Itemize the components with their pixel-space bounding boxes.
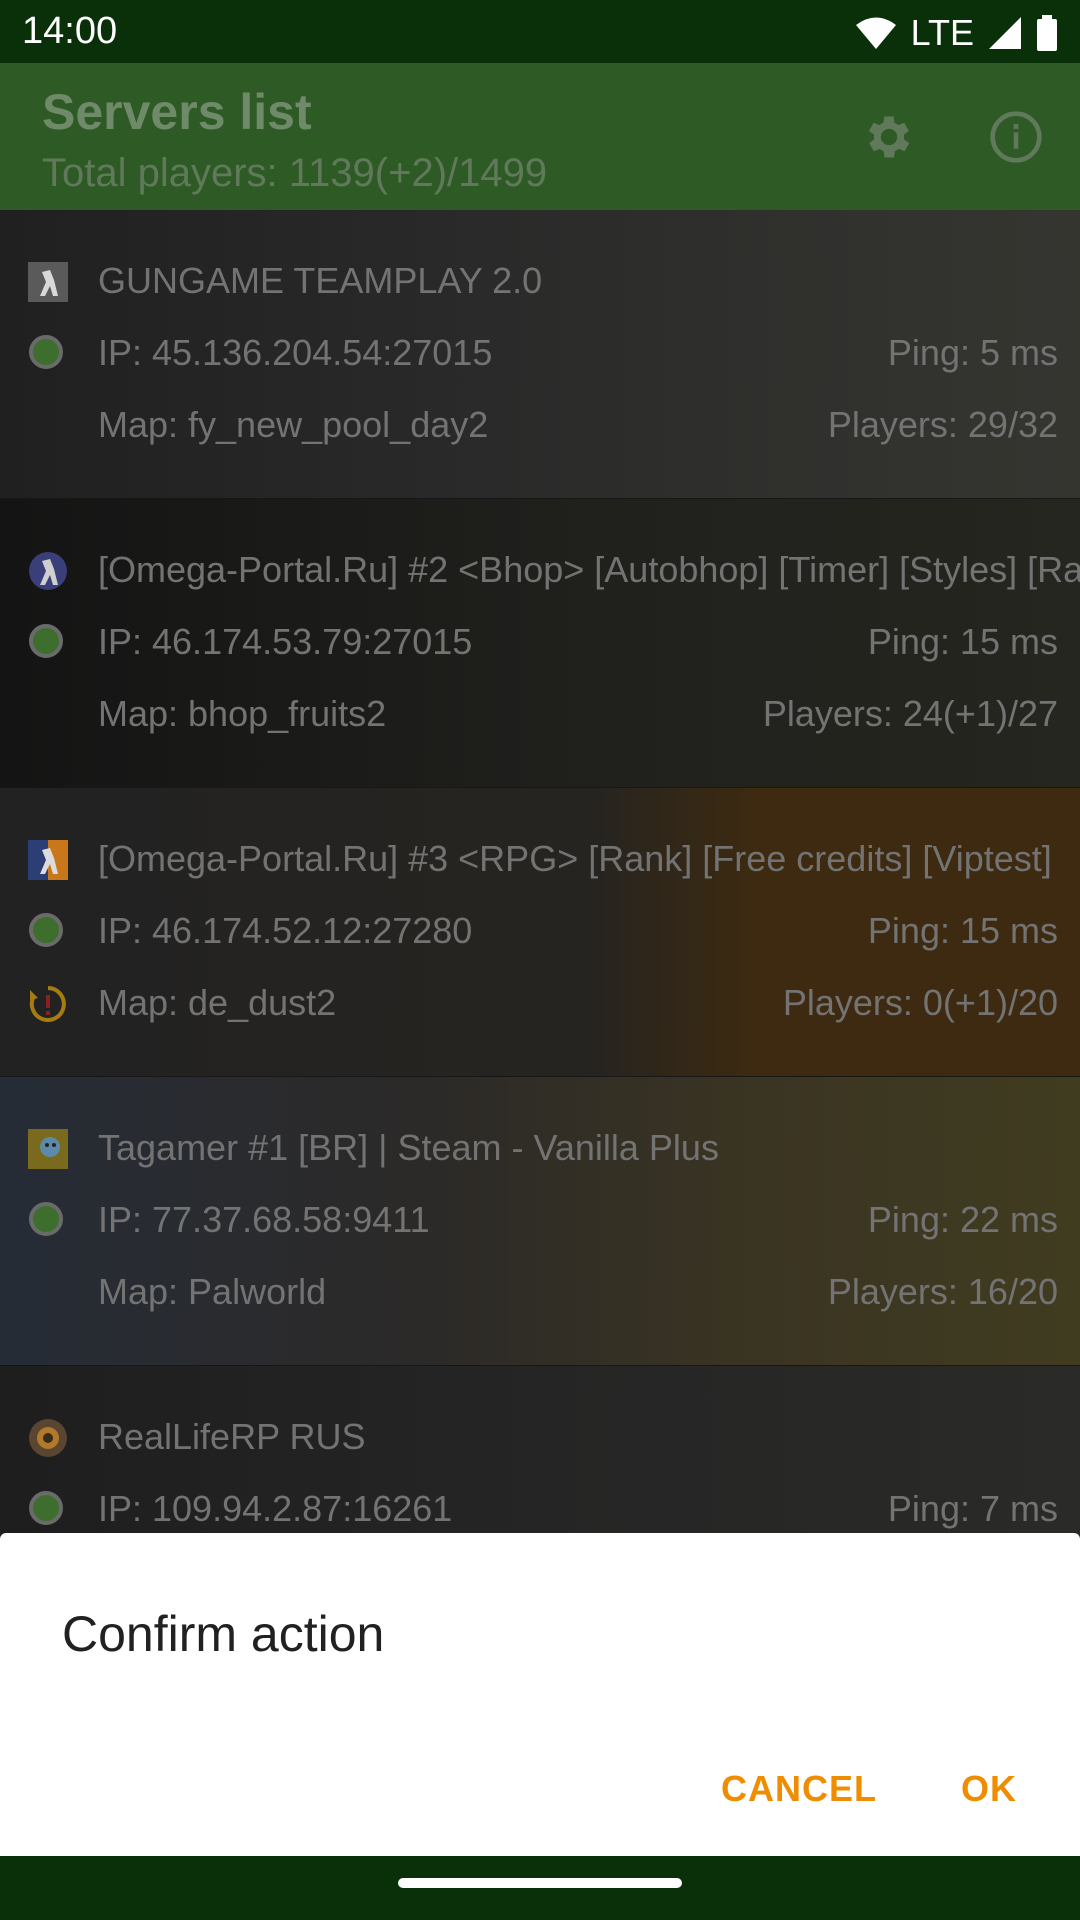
network-type: LTE — [910, 12, 974, 53]
server-item[interactable]: Tagamer #1 [BR] | Steam - Vanilla Plus I… — [0, 1077, 1080, 1366]
palworld-game-icon — [28, 1129, 68, 1169]
ok-button[interactable]: OK — [961, 1768, 1017, 1810]
server-ip: IP: 46.174.53.79:27015 — [98, 621, 473, 662]
server-item[interactable]: [Omega-Portal.Ru] #2 <Bhop> [Autobhop] [… — [0, 499, 1080, 788]
server-map: Map: bhop_fruits2 — [98, 693, 387, 734]
server-name: [Omega-Portal.Ru] #2 <Bhop> [Autobhop] [… — [98, 549, 1080, 590]
server-players: Players: 24(+1)/27 — [762, 693, 1058, 734]
app-bar: Servers list Total players: 1139(+2)/149… — [0, 63, 1080, 210]
online-status-icon — [29, 624, 63, 658]
server-map: Map: Palworld — [98, 1271, 327, 1312]
server-list: GUNGAME TEAMPLAY 2.0 IP: 45.136.204.54:2… — [0, 210, 1080, 1535]
cs-game-icon — [28, 262, 68, 302]
gear-icon — [868, 116, 910, 158]
cs-game-icon — [28, 551, 68, 591]
confirm-dialog: Confirm action CANCEL OK — [0, 1533, 1080, 1856]
status-time: 14:00 — [22, 10, 118, 52]
server-players: Players: 0(+1)/20 — [782, 982, 1058, 1023]
signal-icon — [989, 17, 1021, 49]
server-item[interactable]: RealLifeRP RUS IP: 109.94.2.87:16261 Pin… — [0, 1366, 1080, 1535]
server-ping: Ping: 5 ms — [887, 332, 1058, 373]
online-status-icon — [29, 913, 63, 947]
cancel-button[interactable]: CANCEL — [721, 1768, 877, 1810]
server-name: Tagamer #1 [BR] | Steam - Vanilla Plus — [98, 1127, 719, 1168]
server-players: Players: 16/20 — [827, 1271, 1058, 1312]
refresh-warning-icon — [28, 984, 68, 1024]
navigation-bar — [0, 1856, 1080, 1920]
reallife-game-icon — [28, 1418, 68, 1458]
server-ip: IP: 46.174.52.12:27280 — [98, 910, 473, 951]
cs-game-icon — [28, 840, 68, 880]
server-ping: Ping: 22 ms — [867, 1199, 1058, 1240]
server-ping: Ping: 15 ms — [867, 910, 1058, 951]
home-gesture-handle[interactable] — [398, 1878, 682, 1888]
info-icon — [990, 111, 1042, 163]
online-status-icon — [29, 1491, 63, 1525]
server-ping: Ping: 7 ms — [887, 1488, 1058, 1529]
total-players: Total players: 1139(+2)/1499 — [42, 151, 548, 195]
server-ping: Ping: 15 ms — [867, 621, 1058, 662]
wifi-icon — [855, 17, 896, 49]
server-item[interactable]: GUNGAME TEAMPLAY 2.0 IP: 45.136.204.54:2… — [0, 210, 1080, 499]
server-ip: IP: 109.94.2.87:16261 — [98, 1488, 453, 1529]
status-bar: 14:00 LTE — [0, 0, 1080, 63]
server-name: RealLifeRP RUS — [98, 1416, 366, 1457]
server-map: Map: fy_new_pool_day2 — [98, 404, 489, 445]
server-ip: IP: 77.37.68.58:9411 — [98, 1199, 430, 1240]
server-name: [Omega-Portal.Ru] #3 <RPG> [Rank] [Free … — [98, 838, 1052, 879]
server-item[interactable]: [Omega-Portal.Ru] #3 <RPG> [Rank] [Free … — [0, 788, 1080, 1077]
server-ip: IP: 45.136.204.54:27015 — [98, 332, 493, 373]
dialog-title: Confirm action — [62, 1606, 385, 1662]
app-title: Servers list — [42, 84, 312, 140]
online-status-icon — [29, 335, 63, 369]
online-status-icon — [29, 1202, 63, 1236]
info-button[interactable] — [984, 105, 1048, 169]
server-map: Map: de_dust2 — [98, 982, 337, 1023]
status-icons: LTE — [855, 12, 1058, 54]
settings-button[interactable] — [857, 105, 921, 169]
server-players: Players: 29/32 — [827, 404, 1058, 445]
server-name: GUNGAME TEAMPLAY 2.0 — [98, 260, 543, 301]
battery-icon — [1037, 15, 1057, 51]
